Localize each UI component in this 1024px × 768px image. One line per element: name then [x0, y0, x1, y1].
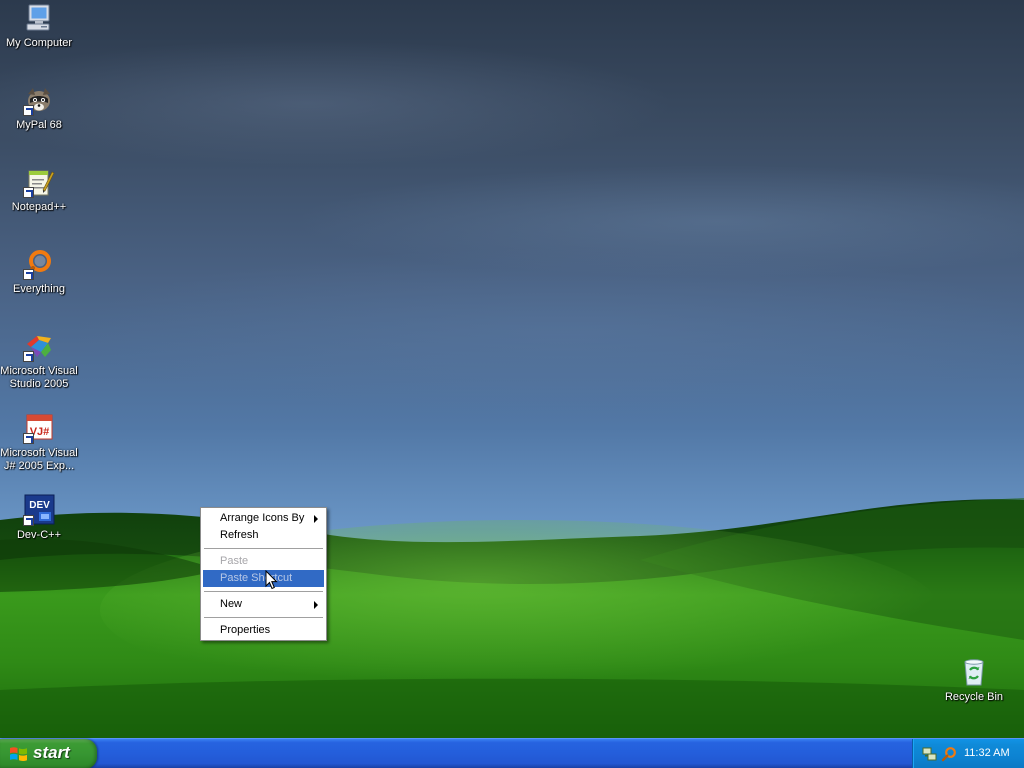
windows-flag-icon: [10, 747, 27, 761]
start-label: start: [33, 743, 70, 762]
search-tray-icon[interactable]: [941, 746, 957, 762]
desktop-icon-notepad-plus-plus[interactable]: Notepad++: [0, 166, 78, 214]
desktop-icon-label: Studio 2005: [9, 378, 69, 390]
desktop[interactable]: My Computer MyPal 68 Notepad++ Everythin…: [0, 0, 1024, 738]
dev-cpp-icon: DEV: [23, 494, 55, 526]
submenu-arrow-icon: [314, 601, 318, 609]
recycle-bin-icon: [958, 656, 990, 688]
desktop-icon-everything[interactable]: Everything: [0, 248, 78, 296]
desktop-icon-label: Microsoft Visual: [0, 365, 78, 377]
shortcut-arrow-icon: [23, 433, 34, 444]
mouse-cursor-icon: [265, 570, 278, 590]
shortcut-arrow-icon: [23, 515, 34, 526]
taskbar: start 11:32 AM: [0, 738, 1024, 768]
menu-item-label: Paste: [220, 555, 249, 567]
menu-item-label: Arrange Icons By: [220, 512, 305, 524]
start-button[interactable]: start: [0, 739, 97, 768]
desktop-icon-label: Notepad++: [11, 201, 67, 213]
desktop-icon-label: Everything: [13, 283, 65, 295]
my-computer-icon: [23, 2, 55, 34]
desktop-icon-dev-cpp[interactable]: DEV Dev-C++: [0, 494, 78, 542]
system-tray: 11:32 AM: [912, 739, 1024, 768]
menu-item-label: Properties: [220, 624, 271, 636]
shortcut-arrow-icon: [23, 105, 34, 116]
desktop-icon-label: J# 2005 Exp...: [3, 460, 75, 472]
menu-item-paste-shortcut[interactable]: Paste Shortcut: [203, 570, 324, 587]
desktop-icon-visual-studio-2005[interactable]: Microsoft Visual Studio 2005: [0, 330, 78, 391]
menu-separator: [203, 544, 324, 553]
notepad-plus-plus-icon: [23, 166, 55, 198]
menu-item-properties[interactable]: Properties: [203, 622, 324, 639]
clock[interactable]: 11:32 AM: [964, 747, 1010, 759]
submenu-arrow-icon: [314, 515, 318, 523]
menu-item-label: Refresh: [220, 529, 259, 541]
shortcut-arrow-icon: [23, 269, 34, 280]
menu-item-new[interactable]: New: [203, 596, 324, 613]
desktop-icon-visual-jsharp-2005[interactable]: VJ# Microsoft Visual J# 2005 Exp...: [0, 412, 78, 473]
desktop-icon-label: My Computer: [5, 37, 73, 49]
shortcut-arrow-icon: [23, 351, 34, 362]
desktop-icon-recycle-bin[interactable]: Recycle Bin: [935, 656, 1013, 704]
everything-search-icon: [23, 248, 55, 280]
menu-separator: [203, 613, 324, 622]
wallpaper-hills: [0, 498, 1024, 738]
desktop-icon-mypal[interactable]: MyPal 68: [0, 84, 78, 132]
menu-item-refresh[interactable]: Refresh: [203, 527, 324, 544]
menu-item-label: Paste Shortcut: [220, 572, 293, 584]
desktop-icon-label: MyPal 68: [16, 119, 62, 131]
desktop-icon-label: Dev-C++: [16, 529, 62, 541]
visual-jsharp-icon: VJ#: [23, 412, 55, 444]
desktop-icon-my-computer[interactable]: My Computer: [0, 2, 78, 50]
menu-separator: [203, 587, 324, 596]
menu-item-paste[interactable]: Paste: [203, 553, 324, 570]
mypal-icon: [23, 84, 55, 116]
shortcut-arrow-icon: [23, 187, 34, 198]
devcpp-glyph-text: DEV: [29, 500, 50, 511]
visual-studio-icon: [23, 330, 55, 362]
network-icon[interactable]: [922, 746, 938, 762]
menu-item-arrange-icons-by[interactable]: Arrange Icons By: [203, 510, 324, 527]
desktop-context-menu: Arrange Icons By Refresh Paste Paste Sho…: [200, 507, 327, 641]
desktop-icon-label: Microsoft Visual: [0, 447, 78, 459]
desktop-icon-label: Recycle Bin: [944, 691, 1004, 703]
menu-item-label: New: [220, 598, 243, 610]
